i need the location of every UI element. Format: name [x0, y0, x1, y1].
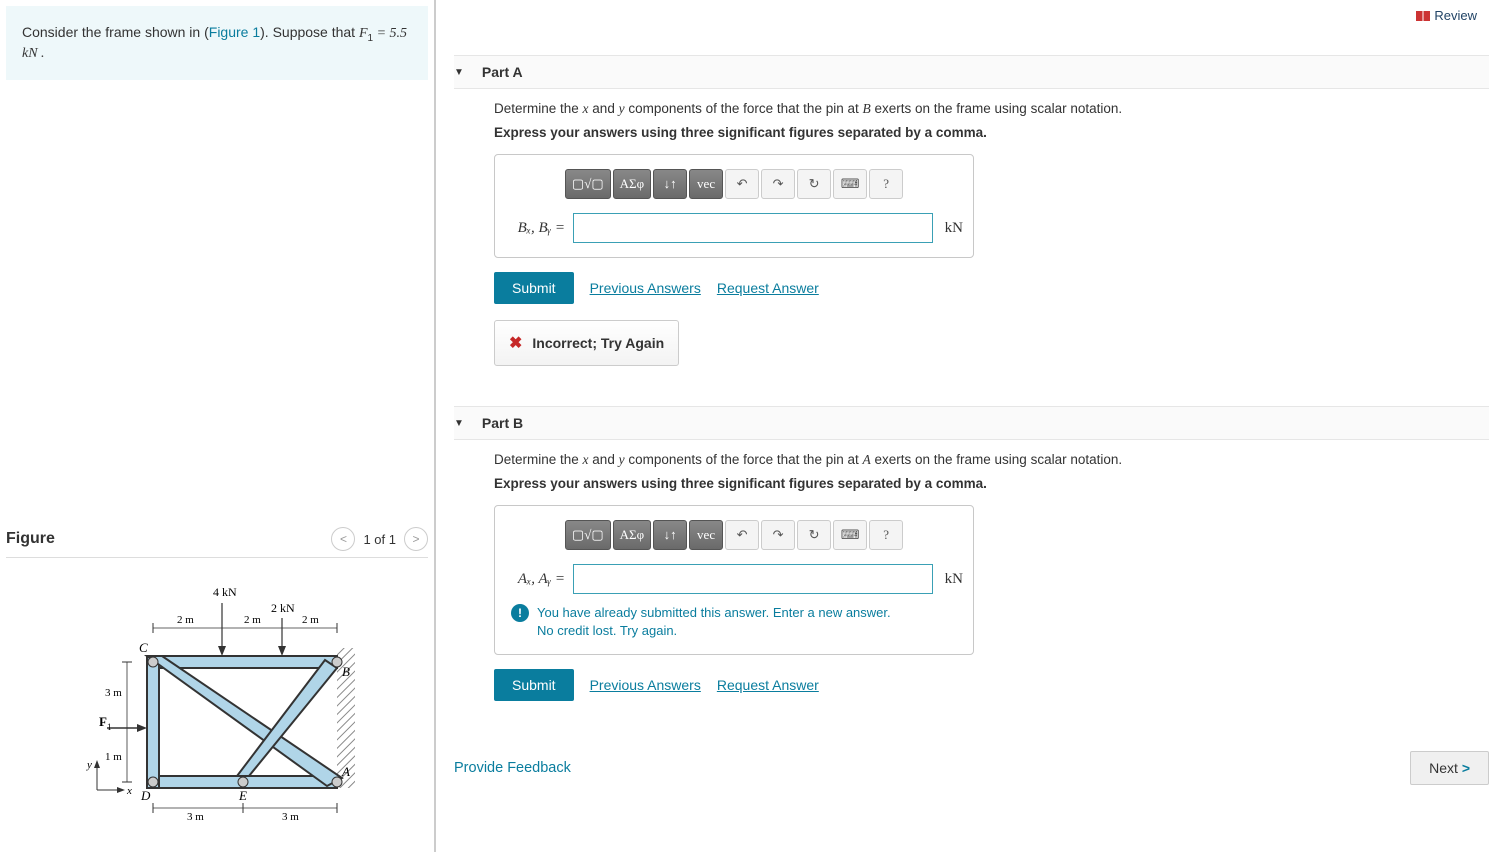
part-a-submit-button[interactable]: Submit — [494, 272, 574, 304]
part-b-answer-box: ▢√▢ ΑΣφ ↓↑ vec ↶ ↷ ↻ ⌨ ? Aₓ, Aᵧ = kN — [494, 505, 974, 655]
part-b-previous-answers-link[interactable]: Previous Answers — [590, 677, 701, 693]
undo-button[interactable]: ↶ — [725, 169, 759, 199]
collapse-icon: ▼ — [454, 67, 464, 78]
keyboard-button[interactable]: ⌨ — [833, 169, 867, 199]
part-a-answer-input[interactable] — [573, 213, 933, 243]
part-a-title: Part A — [482, 64, 523, 80]
provide-feedback-link[interactable]: Provide Feedback — [454, 760, 571, 776]
part-b-prompt: Determine the x and y components of the … — [494, 452, 1449, 468]
part-b-inline-message: ! You have already submitted this answer… — [505, 604, 963, 640]
figure-prev-button[interactable]: < — [331, 527, 355, 551]
svg-text:B: B — [342, 664, 350, 679]
svg-text:x: x — [126, 785, 132, 797]
vector-button[interactable]: vec — [689, 520, 723, 550]
help-button[interactable]: ? — [869, 520, 903, 550]
svg-text:1 m: 1 m — [105, 751, 122, 763]
part-b-title: Part B — [482, 415, 523, 431]
info-icon: ! — [511, 604, 529, 622]
svg-text:D: D — [140, 788, 151, 803]
templates-button[interactable]: ▢√▢ — [565, 169, 611, 199]
figure-link[interactable]: Figure 1 — [209, 24, 260, 40]
collapse-icon: ▼ — [454, 418, 464, 429]
subsuper-button[interactable]: ↓↑ — [653, 520, 687, 550]
review-link[interactable]: Review — [1416, 8, 1477, 23]
svg-text:4 kN: 4 kN — [213, 585, 237, 599]
part-a-request-answer-link[interactable]: Request Answer — [717, 280, 819, 296]
part-b-var-label: Aₓ, Aᵧ = — [505, 571, 565, 588]
part-a-header[interactable]: ▼ Part A — [454, 55, 1489, 89]
incorrect-icon: ✖ — [509, 333, 522, 353]
figure-diagram: 4 kN 2 kN 2 m 2 m 2 m 3 m 1 m 3 m 3 m C … — [6, 558, 428, 848]
problem-text: Consider the frame shown in ( — [22, 24, 209, 40]
part-b-answer-input[interactable] — [573, 564, 933, 594]
part-b-request-answer-link[interactable]: Request Answer — [717, 677, 819, 693]
symbols-button[interactable]: ΑΣφ — [613, 520, 651, 550]
reset-button[interactable]: ↻ — [797, 520, 831, 550]
part-a-previous-answers-link[interactable]: Previous Answers — [590, 280, 701, 296]
svg-text:E: E — [238, 788, 247, 803]
book-icon — [1416, 11, 1430, 21]
part-a-feedback: ✖ Incorrect; Try Again — [494, 320, 679, 366]
part-a-unit: kN — [941, 220, 963, 237]
symbols-button[interactable]: ΑΣφ — [613, 169, 651, 199]
svg-text:3 m: 3 m — [282, 811, 299, 823]
svg-text:2 m: 2 m — [244, 614, 261, 626]
figure-next-button[interactable]: > — [404, 527, 428, 551]
svg-text:F: F — [99, 714, 107, 729]
redo-button[interactable]: ↷ — [761, 520, 795, 550]
vector-button[interactable]: vec — [689, 169, 723, 199]
svg-text:2 m: 2 m — [302, 614, 319, 626]
problem-statement: Consider the frame shown in (Figure 1). … — [6, 6, 428, 80]
templates-button[interactable]: ▢√▢ — [565, 520, 611, 550]
svg-text:1: 1 — [107, 722, 112, 732]
part-b-header[interactable]: ▼ Part B — [454, 406, 1489, 440]
part-a-var-label: Bₓ, Bᵧ = — [505, 220, 565, 237]
part-b-unit: kN — [941, 571, 963, 588]
keyboard-button[interactable]: ⌨ — [833, 520, 867, 550]
help-button[interactable]: ? — [869, 169, 903, 199]
figure-counter: 1 of 1 — [363, 532, 396, 547]
subsuper-button[interactable]: ↓↑ — [653, 169, 687, 199]
redo-button[interactable]: ↷ — [761, 169, 795, 199]
part-a-prompt: Determine the x and y components of the … — [494, 101, 1449, 117]
svg-text:A: A — [341, 764, 350, 779]
svg-text:y: y — [86, 759, 92, 771]
svg-text:C: C — [139, 640, 148, 655]
part-a-instruction: Express your answers using three signifi… — [494, 125, 1449, 140]
next-button[interactable]: Next > — [1410, 751, 1489, 785]
reset-button[interactable]: ↻ — [797, 169, 831, 199]
part-b-instruction: Express your answers using three signifi… — [494, 476, 1449, 491]
undo-button[interactable]: ↶ — [725, 520, 759, 550]
svg-text:3 m: 3 m — [105, 687, 122, 699]
svg-text:2 m: 2 m — [177, 614, 194, 626]
svg-text:2 kN: 2 kN — [271, 601, 295, 615]
part-a-answer-box: ▢√▢ ΑΣφ ↓↑ vec ↶ ↷ ↻ ⌨ ? Bₓ, Bᵧ = kN — [494, 154, 974, 258]
svg-text:3 m: 3 m — [187, 811, 204, 823]
figure-title: Figure — [6, 530, 55, 548]
part-b-submit-button[interactable]: Submit — [494, 669, 574, 701]
